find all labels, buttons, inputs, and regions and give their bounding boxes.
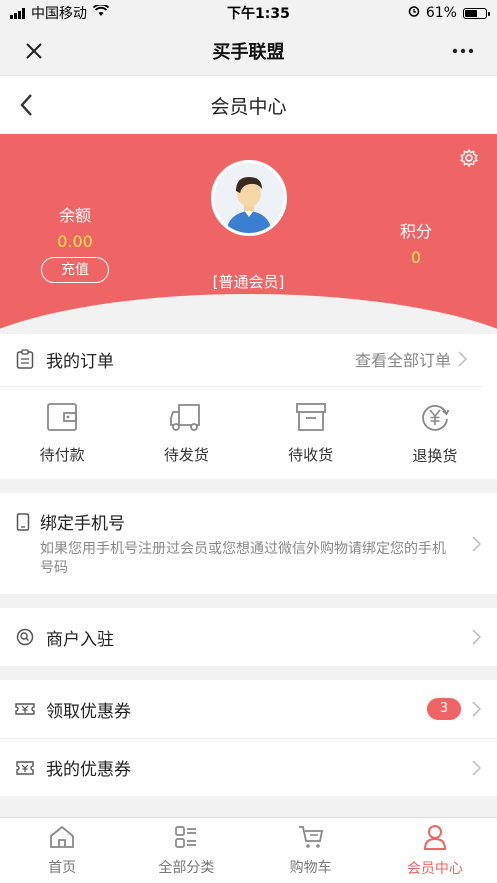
- back-icon[interactable]: [14, 91, 38, 119]
- page-title: 会员中心: [210, 95, 287, 118]
- avatar[interactable]: [211, 160, 287, 236]
- member-level: [普通会员]: [212, 273, 285, 291]
- tab-label: 首页: [48, 859, 77, 876]
- phone-icon: [14, 511, 32, 533]
- order-status-list: 待付款 待发货 待收货 退换货: [0, 387, 497, 479]
- orders-card: 我的订单 查看全部订单 待付款 待发货 待收货 退换货: [0, 332, 497, 479]
- tab-label: 购物车: [289, 859, 332, 876]
- tab-label: 会员中心: [406, 860, 463, 877]
- status-time: 下午1:35: [227, 6, 290, 22]
- merchant-icon: [14, 626, 36, 648]
- member-hero: 余额 0.00 充值 [普通会员] 积分 0: [0, 134, 497, 334]
- my-coupons-title: 我的优惠券: [46, 760, 131, 780]
- section-gap: [0, 479, 497, 493]
- cart-icon: [298, 825, 324, 853]
- order-pending-receipt[interactable]: 待收货: [249, 387, 373, 479]
- points-value: 0: [410, 248, 422, 267]
- wifi-icon: [92, 3, 110, 21]
- webview-bar: 买手联盟: [0, 26, 497, 76]
- truck-icon: [169, 402, 203, 436]
- orders-title: 我的订单: [46, 351, 114, 372]
- get-coupons-title: 领取优惠券: [46, 701, 131, 722]
- bind-phone-desc: 如果您用手机号注册过会员或您想通过微信外购物请绑定您的手机号码: [40, 541, 446, 576]
- tab-home[interactable]: 首页: [0, 818, 124, 883]
- balance-value: 0.00: [57, 232, 93, 251]
- signal-icon: [10, 7, 25, 19]
- chevron-right-icon: [469, 699, 483, 719]
- tab-label: 全部分类: [158, 859, 215, 876]
- order-item-label: 待收货: [288, 445, 334, 464]
- coupon-icon: [14, 757, 36, 779]
- alarm-icon: [408, 5, 420, 21]
- order-item-label: 待付款: [39, 445, 85, 464]
- page-header: 会员中心: [0, 76, 497, 134]
- tab-categories[interactable]: 全部分类: [124, 818, 248, 883]
- chevron-right-icon: [469, 534, 483, 554]
- tab-member-center[interactable]: 会员中心: [373, 818, 497, 883]
- battery-percent: 61%: [425, 5, 457, 21]
- bind-phone-row[interactable]: 绑定手机号 如果您用手机号注册过会员或您想通过微信外购物请绑定您的手机号码: [0, 493, 497, 594]
- wallet-icon: [46, 402, 78, 436]
- chevron-right-icon: [469, 758, 483, 778]
- view-all-orders-link[interactable]: 查看全部订单: [355, 347, 451, 371]
- close-icon[interactable]: [20, 37, 48, 65]
- settings-icon[interactable]: [459, 148, 479, 172]
- category-icon: [174, 825, 198, 853]
- hero-curve: [0, 294, 497, 334]
- my-coupons-row[interactable]: 我的优惠券: [0, 738, 497, 796]
- chevron-right-icon: [455, 349, 469, 369]
- section-gap: [0, 666, 497, 680]
- webview-title: 买手联盟: [212, 41, 285, 63]
- more-icon[interactable]: [449, 37, 477, 65]
- chevron-right-icon: [469, 627, 483, 647]
- balance-label: 余额: [58, 206, 91, 225]
- order-item-label: 待发货: [163, 445, 209, 464]
- coupon-count-badge: 3: [427, 698, 461, 720]
- merchant-join-row[interactable]: 商户入驻: [0, 608, 497, 666]
- order-pending-shipment[interactable]: 待发货: [124, 387, 248, 479]
- order-returns[interactable]: 退换货: [373, 387, 497, 479]
- merchant-join-title: 商户入驻: [46, 629, 114, 650]
- status-bar: 中国移动 下午1:35 61%: [0, 0, 497, 26]
- order-item-label: 退换货: [412, 446, 458, 465]
- carrier-label: 中国移动: [31, 6, 87, 22]
- bottom-tab-bar: 首页 全部分类 购物车 会员中心: [0, 817, 497, 883]
- tab-cart[interactable]: 购物车: [249, 818, 373, 883]
- home-icon: [49, 825, 75, 853]
- user-icon: [423, 824, 447, 854]
- orders-header[interactable]: 我的订单 查看全部订单: [0, 332, 483, 387]
- get-coupons-row[interactable]: 领取优惠券 3: [0, 680, 497, 738]
- box-icon: [295, 402, 327, 436]
- battery-icon: [462, 7, 490, 19]
- order-pending-payment[interactable]: 待付款: [0, 387, 124, 479]
- yen-refund-icon: [419, 401, 451, 437]
- bind-phone-title: 绑定手机号: [40, 514, 125, 534]
- points-block[interactable]: 积分 0: [391, 218, 441, 267]
- points-label: 积分: [399, 222, 432, 241]
- section-gap: [0, 594, 497, 608]
- clipboard-icon: [14, 348, 36, 370]
- coupon-get-icon: [14, 698, 36, 720]
